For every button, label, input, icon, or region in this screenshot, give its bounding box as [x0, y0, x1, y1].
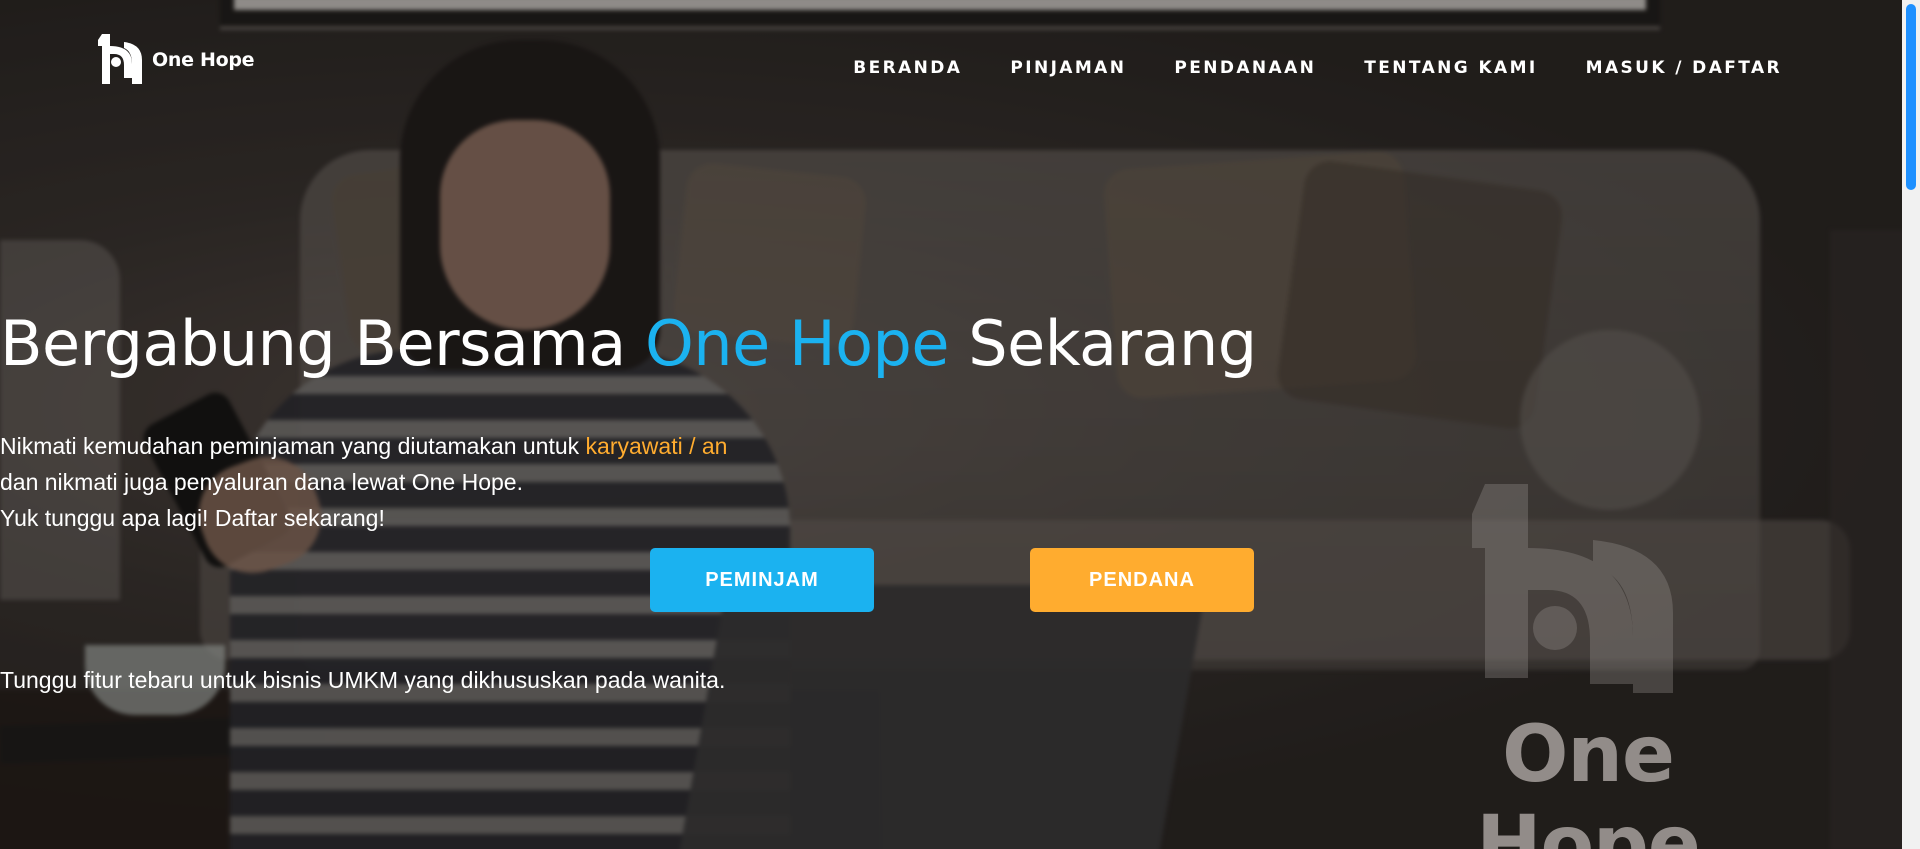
scrollbar-thumb[interactable]	[1906, 4, 1916, 190]
hero-title-suffix: Sekarang	[949, 307, 1257, 380]
nav-masuk-daftar[interactable]: MASUK / DAFTAR	[1586, 58, 1782, 78]
main-nav: BERANDA PINJAMAN PENDANAAN TENTANG KAMI …	[853, 58, 1782, 78]
brand-name: One Hope	[152, 49, 255, 71]
nav-pendanaan[interactable]: PENDANAAN	[1174, 58, 1316, 78]
nav-pinjaman[interactable]: PINJAMAN	[1010, 58, 1126, 78]
nav-beranda[interactable]: BERANDA	[853, 58, 962, 78]
hero-desc-line-1-text: Nikmati kemudahan peminjaman yang diutam…	[0, 433, 586, 459]
peminjam-button[interactable]: PEMINJAM	[650, 548, 874, 612]
hero-title: Bergabung Bersama One Hope Sekarang	[0, 307, 1902, 380]
hero-desc-line-3: Yuk tunggu apa lagi! Daftar sekarang!	[0, 505, 385, 531]
hero-desc-line-2: dan nikmati juga penyaluran dana lewat O…	[0, 469, 523, 495]
page-scrollbar[interactable]	[1902, 0, 1920, 849]
pendana-button[interactable]: PENDANA	[1030, 548, 1254, 612]
hero-title-prefix: Bergabung Bersama	[0, 307, 645, 380]
hero-description: Nikmati kemudahan peminjaman yang diutam…	[0, 428, 1902, 536]
hero-note: Tunggu fitur tebaru untuk bisnis UMKM ya…	[0, 667, 726, 693]
hero-desc-highlight: karyawati / an	[585, 433, 728, 459]
hero-desc-line-1: Nikmati kemudahan peminjaman yang diutam…	[0, 428, 1902, 464]
hero-title-highlight: One Hope	[645, 307, 950, 380]
hero-section: One Hope One Hope BERANDA PINJAMAN PENDA…	[0, 0, 1902, 849]
brand-logo[interactable]: One Hope	[98, 34, 255, 86]
one-hope-logo-icon	[98, 34, 142, 84]
watermark-text: One Hope	[1476, 710, 1701, 849]
nav-tentang-kami[interactable]: TENTANG KAMI	[1364, 58, 1537, 78]
